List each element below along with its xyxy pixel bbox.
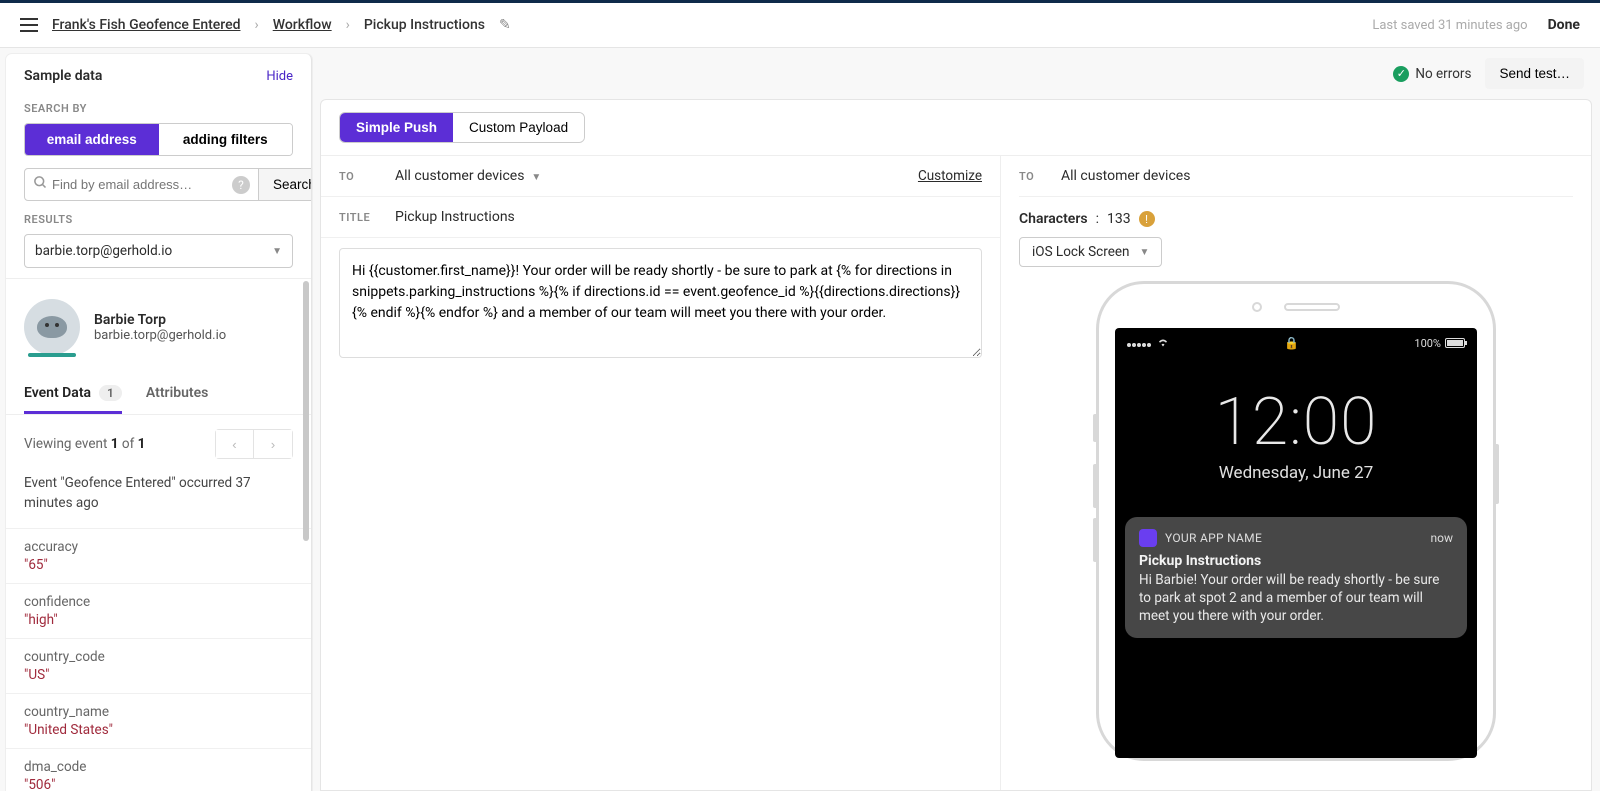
lock-screen-date: Wednesday, June 27 [1125, 463, 1467, 483]
title-label: TITLE [339, 211, 377, 224]
profile-name: Barbie Torp [94, 312, 226, 328]
sidebar: Sample data Hide SEARCH BY email address… [6, 54, 312, 791]
last-saved-text: Last saved 31 minutes ago [1372, 18, 1527, 33]
preview-to-value: All customer devices [1061, 168, 1573, 184]
breadcrumb-root[interactable]: Frank's Fish Geofence Entered [52, 17, 240, 33]
notification-card: YOUR APP NAME now Pickup Instructions Hi… [1125, 517, 1467, 638]
sidebar-tabs: Event Data 1 Attributes [6, 375, 311, 415]
characters-value: 133 [1107, 211, 1131, 227]
check-circle-icon: ✓ [1393, 66, 1409, 82]
signal-icon [1127, 337, 1152, 350]
to-value-select[interactable]: All customer devices ▼ [395, 168, 900, 184]
editor-card: Simple Push Custom Payload TO All custom… [320, 99, 1592, 791]
sidebar-scroll[interactable]: Barbie Torp barbie.torp@gerhold.io Event… [6, 278, 311, 791]
message-textarea[interactable] [339, 248, 982, 358]
tab-attributes[interactable]: Attributes [146, 375, 208, 414]
notification-title: Pickup Instructions [1139, 553, 1453, 569]
search-icon [33, 175, 48, 194]
hide-link[interactable]: Hide [266, 69, 293, 84]
title-value[interactable]: Pickup Instructions [395, 209, 982, 225]
breadcrumb-workflow[interactable]: Workflow [273, 17, 332, 33]
preview-to-label: TO [1019, 170, 1043, 183]
event-next-button[interactable]: › [254, 430, 292, 458]
profile-block: Barbie Torp barbie.torp@gerhold.io [6, 279, 311, 375]
menu-icon[interactable] [20, 18, 38, 32]
wifi-icon [1157, 337, 1169, 350]
tab-event-data[interactable]: Event Data 1 [24, 375, 122, 414]
tab-event-data-label: Event Data [24, 385, 91, 401]
search-by-filters-tab[interactable]: adding filters [159, 124, 293, 155]
scrollbar-thumb[interactable] [303, 281, 309, 541]
chevron-down-icon: ▼ [531, 172, 541, 183]
event-pager: ‹ › [215, 429, 293, 459]
event-prev-button[interactable]: ‹ [216, 430, 254, 458]
to-label: TO [339, 170, 377, 183]
search-button[interactable]: Search [259, 168, 312, 201]
send-test-button[interactable]: Send test… [1485, 58, 1584, 89]
main-area: ✓ No errors Send test… Simple Push Custo… [312, 48, 1600, 791]
no-errors-status: ✓ No errors [1393, 66, 1471, 82]
results-label: RESULTS [6, 209, 311, 234]
breadcrumb-current: Pickup Instructions [364, 17, 485, 33]
notification-when: now [1431, 531, 1454, 545]
chevron-down-icon: ▼ [272, 246, 282, 257]
event-description: Event "Geofence Entered" occurred 37 min… [6, 473, 311, 528]
kv-row: dma_code"506" [6, 748, 311, 791]
tab-event-data-badge: 1 [99, 385, 122, 401]
chevron-right-icon: › [346, 17, 350, 33]
done-button[interactable]: Done [1548, 17, 1580, 33]
kv-row: country_name"United States" [6, 693, 311, 748]
lock-icon: 🔒 [1284, 336, 1299, 350]
search-by-email-tab[interactable]: email address [25, 124, 159, 155]
search-by-label: SEARCH BY [6, 98, 311, 123]
event-nav-text: Viewing event 1 of 1 [24, 436, 145, 452]
search-input-wrap: ? [24, 168, 259, 201]
payload-type-tabs: Simple Push Custom Payload [339, 112, 585, 143]
avatar [24, 299, 80, 355]
results-select[interactable]: barbie.torp@gerhold.io ▼ [24, 234, 293, 268]
kv-row: confidence"high" [6, 583, 311, 638]
chevron-down-icon: ▼ [1139, 247, 1149, 258]
phone-mock: 🔒 100% 12:00 Wednesday, June 27 [1096, 281, 1496, 761]
tab-custom-payload[interactable]: Custom Payload [453, 113, 584, 142]
notification-app-icon [1139, 529, 1157, 547]
notification-app-name: YOUR APP NAME [1165, 531, 1423, 545]
profile-email: barbie.torp@gerhold.io [94, 328, 226, 343]
tab-simple-push[interactable]: Simple Push [340, 113, 453, 142]
sidebar-title: Sample data [24, 68, 102, 84]
topbar: Frank's Fish Geofence Entered › Workflow… [0, 0, 1600, 48]
notification-body: Hi Barbie! Your order will be ready shor… [1139, 571, 1453, 626]
results-select-value: barbie.torp@gerhold.io [35, 243, 172, 259]
lock-screen-time: 12:00 [1125, 384, 1467, 461]
kv-row: accuracy"65" [6, 528, 311, 583]
pencil-icon[interactable]: ✎ [499, 17, 511, 33]
characters-label: Characters [1019, 211, 1088, 227]
battery-pct: 100% [1414, 337, 1441, 350]
battery-icon [1445, 338, 1465, 348]
kv-row: country_code"US" [6, 638, 311, 693]
chevron-right-icon: › [254, 17, 258, 33]
search-input[interactable] [48, 169, 232, 200]
warning-icon: ! [1139, 211, 1155, 227]
customize-link[interactable]: Customize [918, 168, 982, 184]
help-icon[interactable]: ? [232, 176, 250, 194]
preview-device-select[interactable]: iOS Lock Screen ▼ [1019, 237, 1162, 267]
search-by-segment: email address adding filters [24, 123, 293, 156]
